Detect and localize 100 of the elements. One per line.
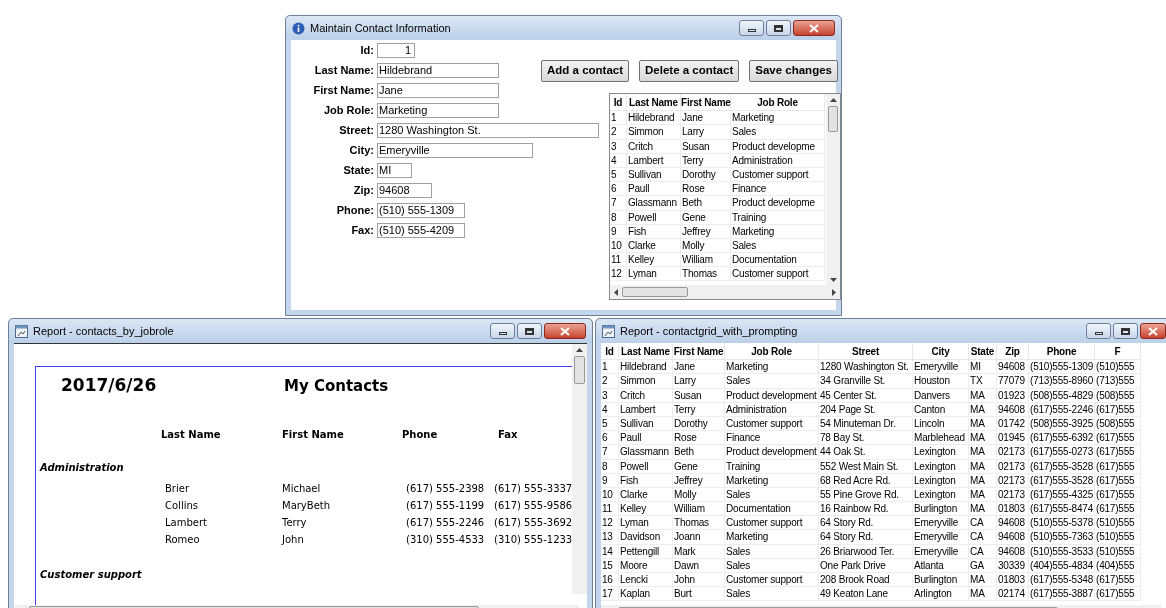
column-header[interactable]: First Name [673,343,725,361]
table-cell: Sales [731,125,825,140]
maximize-button[interactable] [517,323,542,339]
table-cell: (404)555-4834 [1029,558,1095,573]
table-cell: 01742 [997,416,1029,432]
table-cell: MA [969,431,997,446]
table-cell: Susan [681,139,731,154]
action-button[interactable]: Delete a contact [639,60,740,82]
vertical-scrollbar[interactable] [826,94,840,286]
input-field[interactable]: Emeryville [377,142,533,158]
report-cell-text: Collins [165,499,198,513]
table-cell: 2 [610,125,627,140]
minimize-button[interactable] [1086,323,1111,339]
table-cell: 64 Story Rd. [819,516,913,531]
field-label: Zip: [352,182,374,198]
close-button[interactable] [793,20,835,36]
close-icon [809,23,819,33]
minimize-button[interactable] [739,20,764,36]
table-cell: (617)555-4325 [1029,487,1095,503]
table-cell: Lencki [619,573,673,588]
table-cell: William [673,502,725,517]
table-cell: (713)555 [1095,374,1141,389]
field-label: Street: [338,122,374,138]
table-cell: Lambert [619,402,673,417]
column-header[interactable]: State [969,343,997,361]
table-cell: One Park Drive [819,558,913,573]
table-cell: (617)555-6392 [1029,431,1095,446]
table-cell: 64 Story Rd. [819,530,913,545]
table-cell: 9 [601,473,619,488]
table-cell: MA [969,416,997,432]
close-button[interactable] [1140,323,1166,339]
column-header[interactable]: City [913,343,969,361]
column-header[interactable]: Last Name [627,94,681,112]
column-header[interactable]: Job Role [725,343,819,361]
table-cell: 02174 [997,587,1029,602]
scroll-right-arrow-icon[interactable] [832,288,836,296]
table-cell: Moore [619,558,673,573]
table-cell: Rose [681,182,731,197]
report-title: My Contacts [284,375,389,397]
table-cell: MA [969,388,997,403]
table-cell: Marketing [725,473,819,488]
scroll-thumb[interactable] [574,356,585,384]
table-cell: Larry [673,374,725,389]
scroll-up-arrow-icon[interactable] [576,348,583,352]
table-cell: 26 Briarwood Ter. [819,544,913,559]
scroll-down-arrow-icon[interactable] [829,278,837,282]
table-cell: 204 Page St. [819,402,913,417]
table-cell: 11 [601,502,619,517]
table-cell: Terry [681,153,731,168]
scroll-thumb[interactable] [828,106,838,132]
input-field[interactable]: 1 [377,42,415,58]
table-cell: 5 [601,416,619,432]
column-header[interactable]: Street [819,343,913,361]
column-header[interactable]: Last Name [619,343,673,361]
input-field[interactable]: 1280 Washington St. [377,122,599,138]
table-cell: Sales [725,558,819,573]
maximize-button[interactable] [1113,323,1138,339]
scroll-thumb[interactable] [622,287,688,297]
table-cell: Glassmann [619,445,673,460]
input-field[interactable]: MI [377,162,412,178]
column-header[interactable]: Zip [997,343,1029,361]
input-field[interactable]: Jane [377,82,499,98]
input-field[interactable]: (510) 555-4209 [377,222,465,238]
column-header[interactable]: Job Role [731,94,825,112]
close-icon [1148,326,1158,336]
input-field[interactable]: (510) 555-1309 [377,202,465,218]
input-field[interactable]: 94608 [377,182,432,198]
input-field[interactable]: Marketing [377,102,499,118]
table-cell: Lexington [913,459,969,474]
table-cell: (510)555-3533 [1029,544,1095,559]
table-cell: Sullivan [627,167,681,183]
table-cell: 1 [610,111,627,126]
column-header[interactable]: First Name [681,94,731,112]
vertical-scrollbar[interactable] [572,344,587,594]
action-button[interactable]: Save changes [749,60,838,82]
table-cell: 68 Red Acre Rd. [819,473,913,488]
table-cell: Rose [673,431,725,446]
table-cell: 8 [601,459,619,474]
table-cell: (617)555-3528 [1029,473,1095,488]
table-cell: Sales [725,587,819,602]
table-cell: Emeryville [913,516,969,531]
table-cell: Critch [619,388,673,403]
table-cell: CA [969,544,997,559]
table-cell: Marblehead [913,431,969,446]
minimize-button[interactable] [490,323,515,339]
table-cell: Houston [913,374,969,389]
column-header[interactable]: Phone [1029,343,1095,361]
action-button[interactable]: Add a contact [541,60,630,82]
maximize-button[interactable] [766,20,791,36]
close-button[interactable] [544,323,586,339]
column-header[interactable]: Id [601,343,619,361]
table-cell: (617)555 [1095,587,1141,602]
input-field[interactable]: Hildebrand [377,62,499,78]
table-cell: Molly [673,487,725,503]
table-cell: Canton [913,402,969,417]
column-header[interactable]: F [1095,343,1141,361]
column-header[interactable]: Id [610,94,627,112]
scroll-left-arrow-icon[interactable] [614,288,618,296]
scroll-up-arrow-icon[interactable] [829,98,837,102]
table-cell: 34 Granville St. [819,374,913,389]
